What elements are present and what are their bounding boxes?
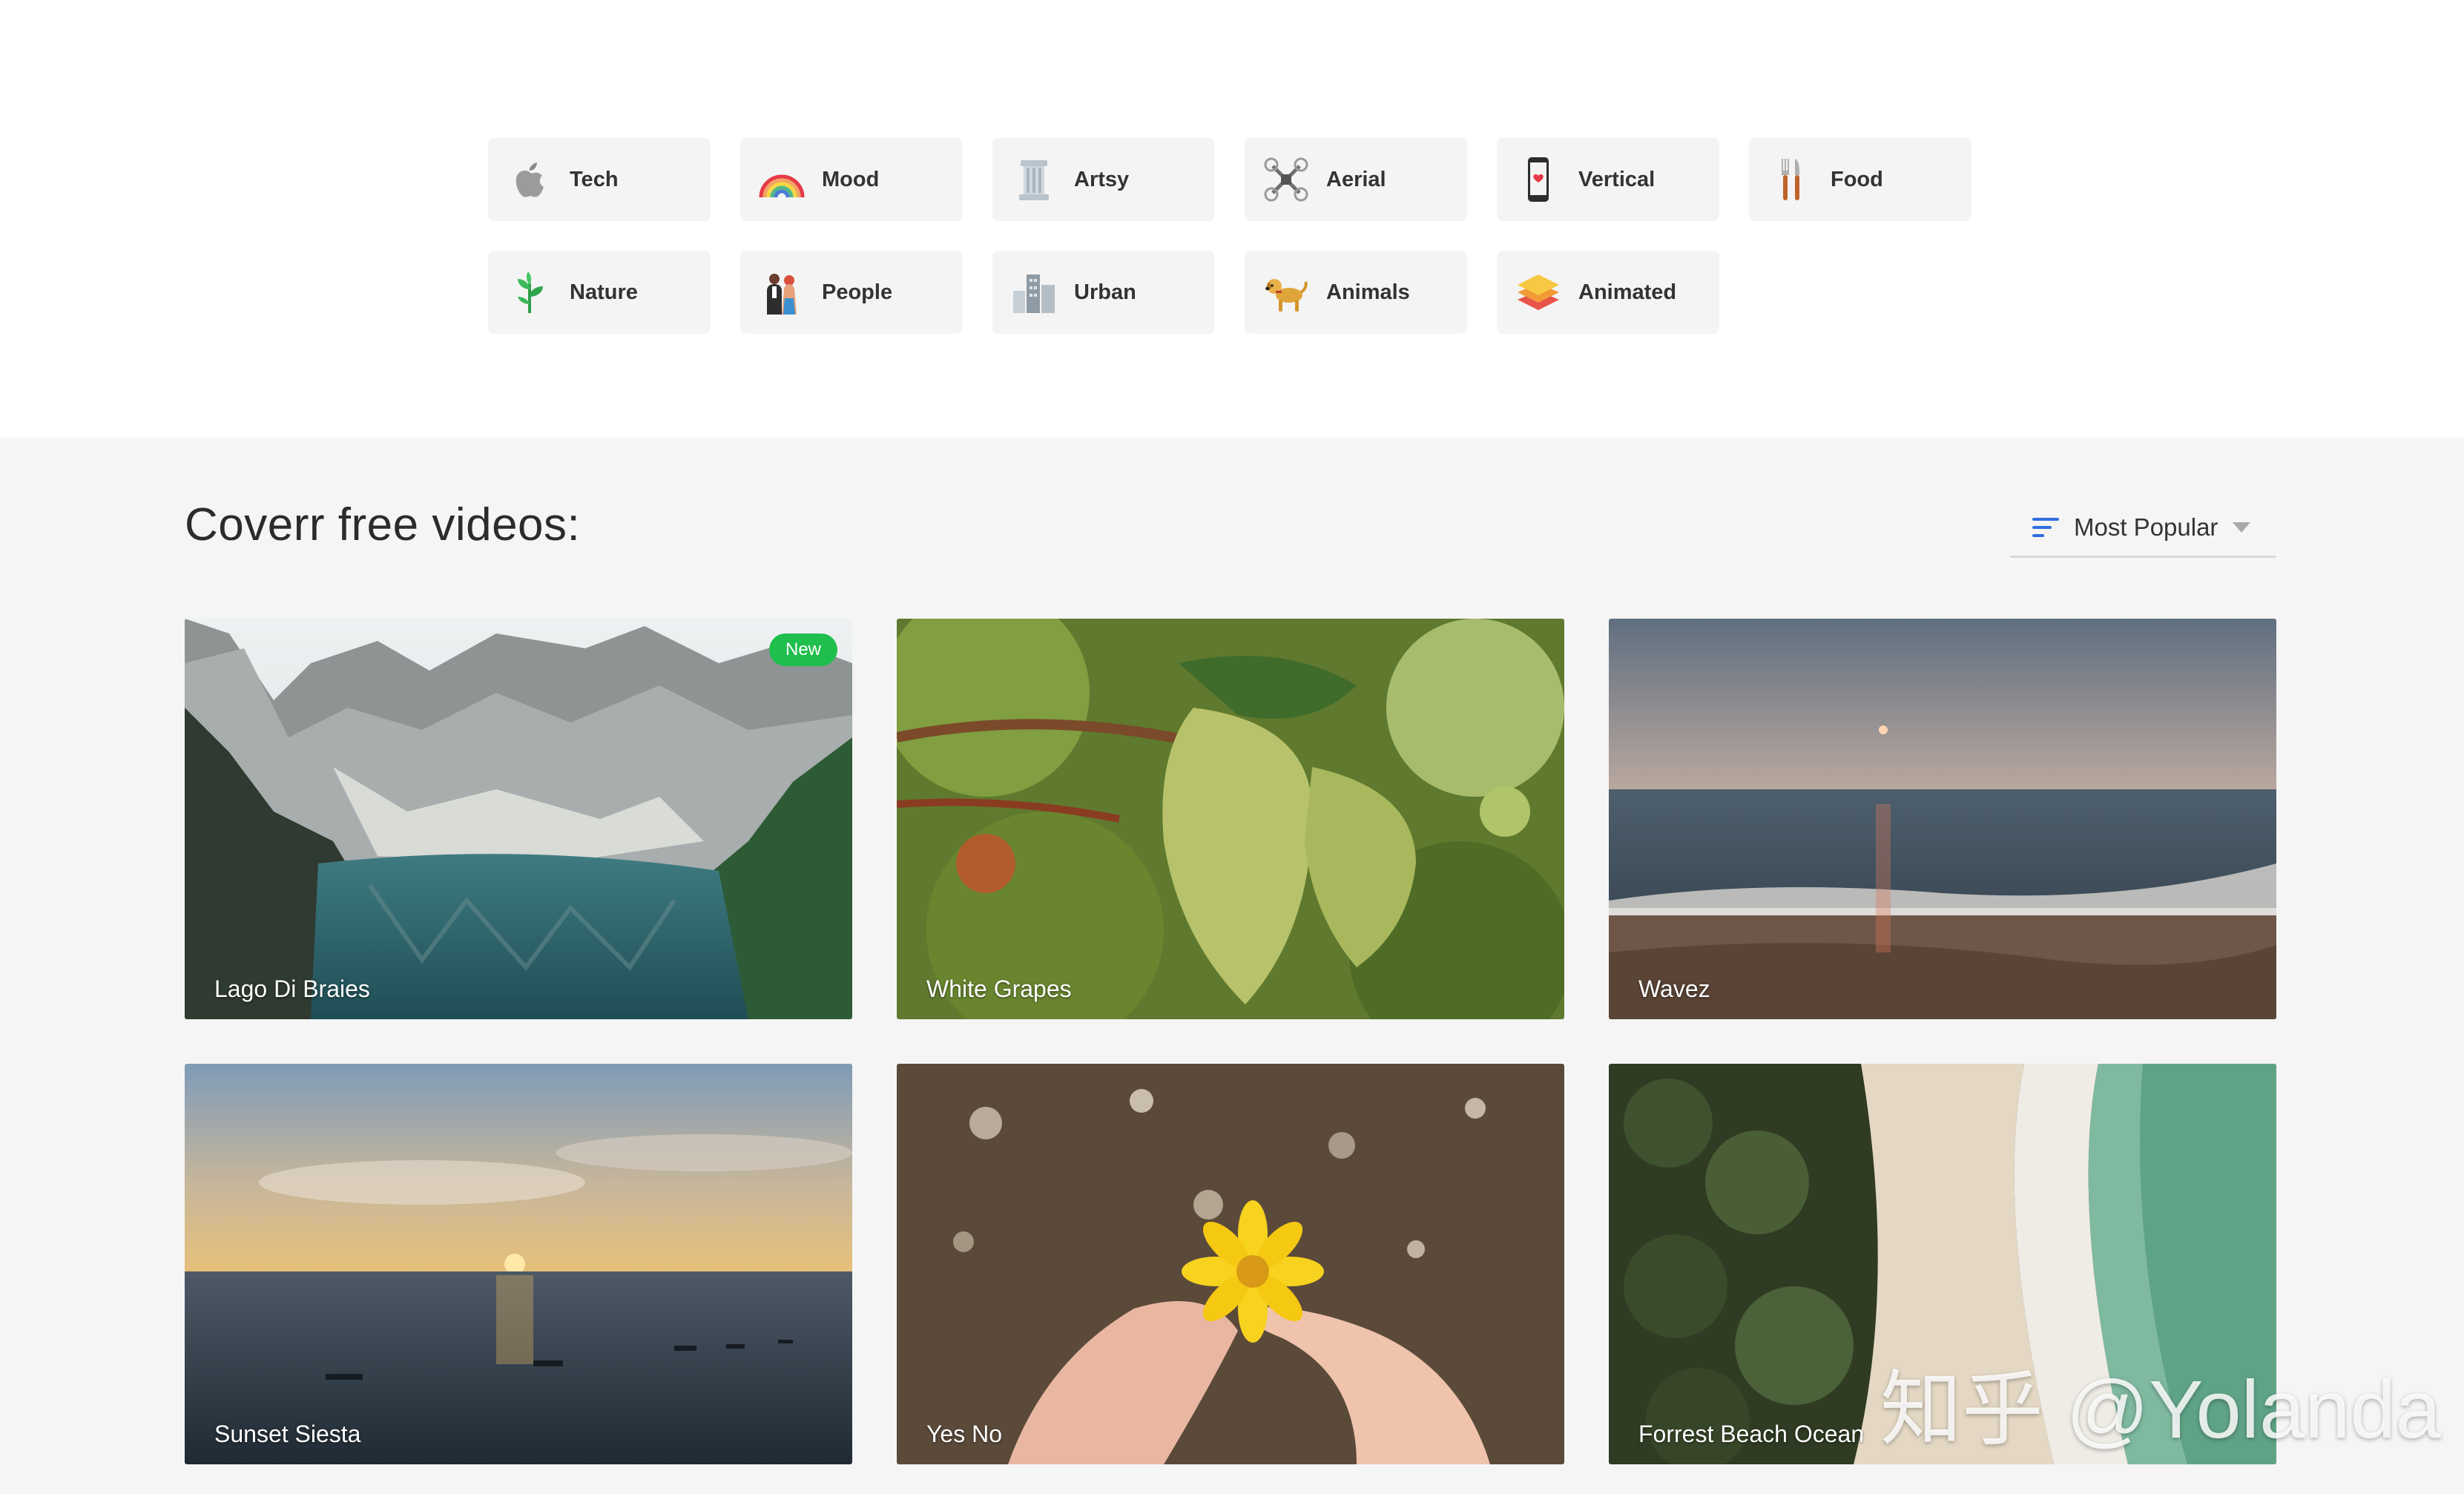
video-title: Yes No	[926, 1421, 1002, 1447]
rainbow-icon	[758, 156, 806, 203]
category-vertical[interactable]: Vertical	[1497, 138, 1719, 221]
category-artsy[interactable]: Artsy	[992, 138, 1215, 221]
category-label: Animated	[1578, 280, 1677, 304]
video-card[interactable]: Sunset Siesta	[185, 1064, 852, 1464]
phone-icon	[1515, 156, 1562, 203]
category-mood[interactable]: Mood	[740, 138, 963, 221]
buildings-icon	[1010, 269, 1058, 316]
category-people[interactable]: People	[740, 251, 963, 334]
video-title: Lago Di Braies	[214, 975, 370, 1002]
video-thumbnail	[185, 1064, 852, 1464]
category-food[interactable]: Food	[1749, 138, 1971, 221]
apple-icon	[506, 156, 553, 203]
category-label: Urban	[1074, 280, 1136, 304]
video-thumbnail	[185, 619, 852, 1019]
drone-icon	[1262, 156, 1310, 203]
video-thumbnail	[1609, 619, 2276, 1019]
video-thumbnail	[897, 619, 1564, 1019]
video-card[interactable]: Wavez	[1609, 619, 2276, 1019]
caret-down-icon	[2233, 521, 2251, 533]
layers-icon	[1515, 269, 1562, 316]
category-label: Vertical	[1578, 167, 1656, 191]
category-label: Nature	[570, 280, 638, 304]
video-title: Sunset Siesta	[214, 1421, 361, 1447]
sort-dropdown[interactable]: Most Popular	[2010, 498, 2276, 558]
video-card[interactable]: Yes No	[897, 1064, 1564, 1464]
category-label: Mood	[822, 167, 880, 191]
category-label: Artsy	[1074, 167, 1130, 191]
category-label: Food	[1831, 167, 1883, 191]
video-title: Forrest Beach Ocean	[1638, 1421, 1865, 1447]
categories-section: Tech Mood Artsy Aerial Vertical Food Nat…	[0, 0, 2464, 438]
couple-icon	[758, 269, 806, 316]
category-label: Tech	[570, 167, 619, 191]
utensils-icon	[1767, 156, 1814, 203]
plant-icon	[506, 269, 553, 316]
video-title: White Grapes	[926, 975, 1072, 1002]
sort-lines-icon	[2032, 516, 2059, 539]
category-label: Aerial	[1326, 167, 1386, 191]
category-nature[interactable]: Nature	[488, 251, 711, 334]
category-aerial[interactable]: Aerial	[1245, 138, 1467, 221]
category-label: Animals	[1326, 280, 1410, 304]
video-title: Wavez	[1638, 975, 1710, 1002]
sort-label: Most Popular	[2074, 513, 2218, 541]
video-thumbnail	[897, 1064, 1564, 1464]
category-animals[interactable]: Animals	[1245, 251, 1467, 334]
watermark: 知乎 @Yolanda	[1880, 1364, 2441, 1455]
category-label: People	[822, 280, 893, 304]
category-urban[interactable]: Urban	[992, 251, 1215, 334]
dog-icon	[1262, 269, 1310, 316]
video-card[interactable]: White Grapes	[897, 619, 1564, 1019]
video-card[interactable]: New Lago Di Braies	[185, 619, 852, 1019]
section-heading: Coverr free videos:	[185, 499, 581, 550]
category-tech[interactable]: Tech	[488, 138, 711, 221]
new-badge: New	[768, 634, 837, 666]
category-animated[interactable]: Animated	[1497, 251, 1719, 334]
column-icon	[1010, 156, 1058, 203]
